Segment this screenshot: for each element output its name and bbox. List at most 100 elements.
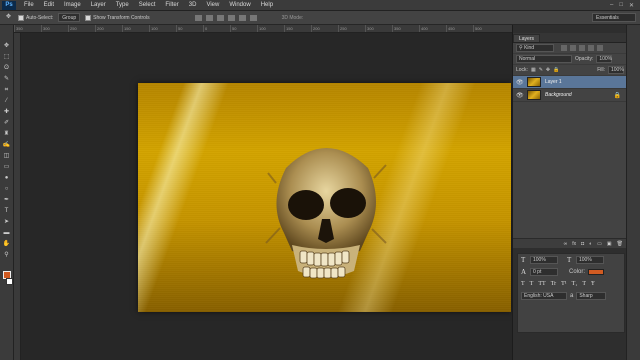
align-left-icon[interactable]	[227, 14, 235, 21]
menu-filter[interactable]: Filter	[160, 2, 183, 8]
auto-select-dropdown[interactable]: Group	[58, 13, 81, 22]
blend-mode-dropdown[interactable]: Normal	[516, 55, 572, 63]
new-layer-icon[interactable]: ▣	[607, 241, 612, 247]
ruler-tick-label: 250	[338, 25, 365, 32]
filter-smart-object-icon[interactable]	[597, 45, 603, 51]
history-brush-tool-icon[interactable]: ✍	[2, 142, 11, 149]
top-ruler: 350 300 250 200 150 100 50 0 50 100 150 200 250 300 35…	[14, 25, 512, 33]
menu-3d[interactable]: 3D	[184, 2, 202, 8]
lock-icon: 🔒	[613, 92, 621, 99]
ruler-tick-label: 150	[284, 25, 311, 32]
menu-file[interactable]: File	[19, 2, 39, 8]
tracking-field[interactable]: 100%	[576, 256, 604, 264]
align-right-icon[interactable]	[249, 14, 257, 21]
leading-field[interactable]: 0 pt	[530, 268, 558, 276]
crop-tool-icon[interactable]: ⌗	[2, 87, 11, 94]
maximize-button[interactable]: □	[619, 2, 623, 9]
type-style-button[interactable]: T¹	[561, 281, 566, 287]
marquee-tool-icon[interactable]: ⬚	[2, 54, 11, 61]
minimize-button[interactable]: –	[610, 2, 613, 9]
menu-edit[interactable]: Edit	[39, 2, 59, 8]
menu-type[interactable]: Type	[111, 2, 134, 8]
eyedropper-tool-icon[interactable]: ⁄	[2, 98, 11, 105]
layer-row-layer-1[interactable]: 👁 Layer 1	[513, 76, 627, 89]
visibility-eye-icon[interactable]: 👁	[516, 92, 524, 99]
type-style-button[interactable]: Ŧ	[591, 281, 595, 287]
filter-pixel-icon[interactable]	[561, 45, 567, 51]
menu-window[interactable]: Window	[224, 2, 255, 8]
type-style-button[interactable]: T	[521, 281, 525, 287]
trash-icon[interactable]: 🗑	[617, 241, 623, 247]
lock-position-icon[interactable]: ✥	[546, 67, 550, 73]
close-button[interactable]: ✕	[629, 2, 634, 9]
lock-label: Lock:	[516, 67, 528, 73]
font-size-field[interactable]: 100%	[530, 256, 558, 264]
photoshop-logo: Ps	[2, 0, 16, 10]
type-style-button[interactable]: T₁	[572, 281, 578, 287]
blend-row: Normal Opacity: 100%	[513, 54, 627, 65]
folder-icon[interactable]: ▭	[597, 241, 602, 247]
move-tool-preset-icon[interactable]: ✥	[4, 14, 13, 21]
adjustment-icon[interactable]: ◐	[589, 241, 592, 247]
fx-icon[interactable]: fx	[572, 241, 576, 247]
lasso-tool-icon[interactable]: ʘ	[2, 65, 11, 72]
zoom-tool-icon[interactable]: ⚲	[2, 252, 11, 259]
link-icon[interactable]: ∞	[564, 241, 568, 247]
type-style-button[interactable]: T	[530, 281, 534, 287]
filter-type-icon[interactable]	[579, 45, 585, 51]
mask-icon[interactable]: ◘	[581, 241, 584, 247]
filter-adjustment-icon[interactable]	[570, 45, 576, 51]
menu-image[interactable]: Image	[59, 2, 86, 8]
lock-pixels-icon[interactable]: ✎	[539, 67, 543, 73]
show-transform-checkbox[interactable]: Show Transform Controls	[85, 14, 150, 21]
mode-3d-label: 3D Mode:	[281, 14, 304, 21]
move-tool-icon[interactable]: ✥	[2, 43, 11, 50]
type-style-button[interactable]: T	[582, 281, 586, 287]
tab-layers[interactable]: Layers	[513, 34, 541, 42]
align-top-icon[interactable]	[194, 14, 202, 21]
align-vcenter-icon[interactable]	[205, 14, 213, 21]
ruler-tick-label: 500	[473, 25, 500, 32]
opacity-field[interactable]: 100%	[596, 55, 613, 63]
type-style-button[interactable]: Tr	[551, 281, 556, 287]
antialias-dropdown[interactable]: Sharp	[576, 292, 607, 300]
dodge-tool-icon[interactable]: ○	[2, 186, 11, 193]
char-row-leading: A 0 pt Color:	[518, 266, 624, 278]
align-hcenter-icon[interactable]	[238, 14, 246, 21]
blur-tool-icon[interactable]: ●	[2, 175, 11, 182]
visibility-eye-icon[interactable]: 👁	[516, 79, 524, 86]
menu-view[interactable]: View	[201, 2, 224, 8]
lock-transparency-icon[interactable]: ▦	[531, 67, 536, 73]
path-select-tool-icon[interactable]: ➤	[2, 219, 11, 226]
shape-tool-icon[interactable]: ▬	[2, 230, 11, 237]
language-dropdown[interactable]: English: USA	[521, 292, 567, 300]
quick-select-tool-icon[interactable]: ✎	[2, 76, 11, 83]
auto-select-checkbox[interactable]: Auto-Select:	[18, 14, 53, 21]
pen-tool-icon[interactable]: ✒	[2, 197, 11, 204]
eraser-tool-icon[interactable]: ◫	[2, 153, 11, 160]
character-panel: T 100% T 100% A 0 pt Color: T T TT Tr T¹ T₁ T Ŧ…	[517, 253, 625, 333]
healing-tool-icon[interactable]: ✚	[2, 109, 11, 116]
stamp-tool-icon[interactable]: ♜	[2, 131, 11, 138]
workspace-switcher[interactable]: Essentials	[592, 13, 636, 22]
ruler-tick-label: 300	[365, 25, 392, 32]
text-color-swatch[interactable]	[588, 269, 605, 275]
menu-select[interactable]: Select	[134, 2, 161, 8]
gradient-tool-icon[interactable]: ▭	[2, 164, 11, 171]
menu-layer[interactable]: Layer	[86, 2, 111, 8]
document-image[interactable]	[138, 83, 511, 312]
type-tool-icon[interactable]: T	[2, 208, 11, 215]
layer-row-background[interactable]: 👁 Background 🔒	[513, 89, 627, 102]
type-style-button[interactable]: TT	[538, 281, 545, 287]
hand-tool-icon[interactable]: ✋	[2, 241, 11, 248]
layers-footer: ∞ fx ◘ ◐ ▭ ▣ 🗑	[513, 238, 627, 248]
filter-kind-label: Kind	[524, 45, 535, 51]
brush-tool-icon[interactable]: ✐	[2, 120, 11, 127]
background-color-swatch[interactable]	[6, 278, 13, 285]
menu-help[interactable]: Help	[256, 2, 278, 8]
filter-kind-dropdown[interactable]: ⚲ Kind	[516, 44, 554, 52]
filter-shape-icon[interactable]	[588, 45, 594, 51]
align-bottom-icon[interactable]	[216, 14, 224, 21]
fill-field[interactable]: 100%	[608, 66, 624, 74]
lock-all-icon[interactable]: 🔒	[553, 67, 559, 73]
